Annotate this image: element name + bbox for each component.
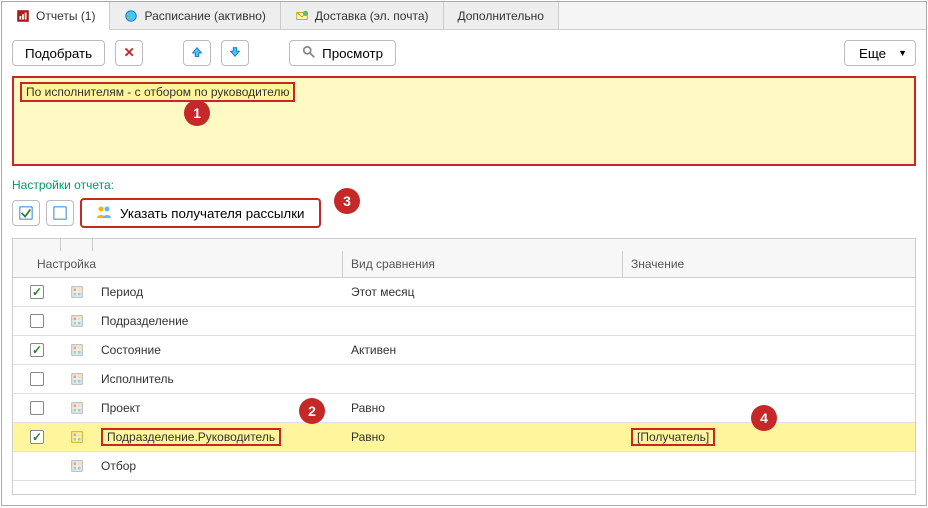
row-name: Подразделение (93, 310, 343, 332)
delete-button[interactable]: ✕ (115, 40, 143, 66)
report-list-panel[interactable]: По исполнителям - с отбором по руководит… (12, 76, 916, 166)
tab-schedule-label: Расписание (активно) (144, 9, 265, 23)
setting-icon (70, 343, 84, 357)
chevron-down-icon: ▼ (898, 48, 907, 58)
table-row[interactable]: Проект Равно 2 (13, 394, 915, 423)
tab-delivery-label: Доставка (эл. почта) (315, 9, 429, 23)
table-row-selected[interactable]: Подразделение.Руководитель Равно [Получа… (13, 423, 915, 452)
setting-icon (70, 459, 84, 473)
move-down-button[interactable] (221, 40, 249, 66)
tab-delivery[interactable]: Доставка (эл. почта) (281, 2, 444, 29)
envelope-icon (295, 9, 309, 23)
move-up-button[interactable] (183, 40, 211, 66)
header-comparison[interactable]: Вид сравнения (343, 251, 623, 277)
tab-reports[interactable]: Отчеты (1) (2, 2, 110, 30)
select-button[interactable]: Подобрать (12, 40, 105, 66)
setting-icon (70, 314, 84, 328)
arrow-up-icon (190, 45, 204, 62)
specify-recipient-label: Указать получателя рассылки (120, 206, 305, 221)
row-value: [Получатель] (631, 428, 715, 446)
row-name: Подразделение.Руководитель (101, 428, 281, 446)
check-all-button[interactable] (12, 200, 40, 226)
setting-icon (70, 430, 84, 444)
row-comparison (343, 317, 623, 325)
row-value (623, 462, 915, 470)
row-checkbox[interactable] (30, 430, 44, 444)
people-icon (96, 204, 112, 223)
table-row[interactable]: Отбор (13, 452, 915, 481)
row-comparison: Равно (343, 426, 623, 448)
table-row[interactable]: Состояние Активен (13, 336, 915, 365)
table-row[interactable]: Подразделение (13, 307, 915, 336)
row-checkbox[interactable] (30, 372, 44, 386)
row-value (623, 346, 915, 354)
settings-label: Настройки отчета: (12, 178, 114, 192)
grid-header: Настройка Вид сравнения Значение (13, 239, 915, 278)
specify-recipient-button[interactable]: Указать получателя рассылки (80, 198, 321, 228)
row-checkbox[interactable] (30, 401, 44, 415)
settings-grid: Настройка Вид сравнения Значение Период … (12, 238, 916, 495)
row-comparison (343, 375, 623, 383)
row-value (623, 375, 915, 383)
tab-reports-label: Отчеты (1) (36, 9, 95, 23)
report-icon (16, 9, 30, 23)
row-name: Состояние (93, 339, 343, 361)
setting-icon (70, 401, 84, 415)
preview-button[interactable]: Просмотр (289, 40, 396, 66)
arrow-down-icon (228, 45, 242, 62)
tab-additional-label: Дополнительно (458, 9, 544, 23)
magnifier-icon (302, 45, 316, 62)
row-comparison: Активен (343, 339, 623, 361)
row-name: Период (93, 281, 343, 303)
delete-icon: ✕ (124, 45, 135, 61)
table-row[interactable]: Период Этот месяц (13, 278, 915, 307)
tab-additional[interactable]: Дополнительно (444, 2, 559, 29)
tab-schedule[interactable]: Расписание (активно) (110, 2, 280, 29)
row-comparison: Этот месяц (343, 281, 623, 303)
header-setting[interactable]: Настройка (29, 251, 343, 277)
row-comparison: Равно (343, 397, 623, 419)
setting-icon (70, 372, 84, 386)
row-comparison (343, 462, 623, 470)
row-value (623, 288, 915, 296)
more-button-label: Еще (859, 46, 886, 61)
row-checkbox[interactable] (30, 285, 44, 299)
row-value (623, 317, 915, 325)
row-name: Исполнитель (93, 368, 343, 390)
globe-icon (124, 9, 138, 23)
tab-bar: Отчеты (1) Расписание (активно) Доставка… (2, 2, 926, 30)
callout-4: 4 (751, 405, 777, 431)
uncheck-all-button[interactable] (46, 200, 74, 226)
setting-icon (70, 285, 84, 299)
table-row[interactable]: Исполнитель (13, 365, 915, 394)
callout-3: 3 (334, 188, 360, 214)
row-checkbox[interactable] (30, 314, 44, 328)
row-checkbox[interactable] (30, 343, 44, 357)
row-name: Отбор (93, 455, 343, 477)
selected-report-name[interactable]: По исполнителям - с отбором по руководит… (20, 82, 295, 102)
header-value[interactable]: Значение (623, 251, 915, 277)
select-button-label: Подобрать (25, 46, 92, 61)
main-toolbar: Подобрать ✕ Просмотр Еще ▼ (2, 30, 926, 76)
callout-1: 1 (184, 100, 210, 126)
more-button[interactable]: Еще ▼ (844, 40, 916, 66)
preview-button-label: Просмотр (322, 46, 383, 61)
callout-2: 2 (299, 398, 325, 424)
